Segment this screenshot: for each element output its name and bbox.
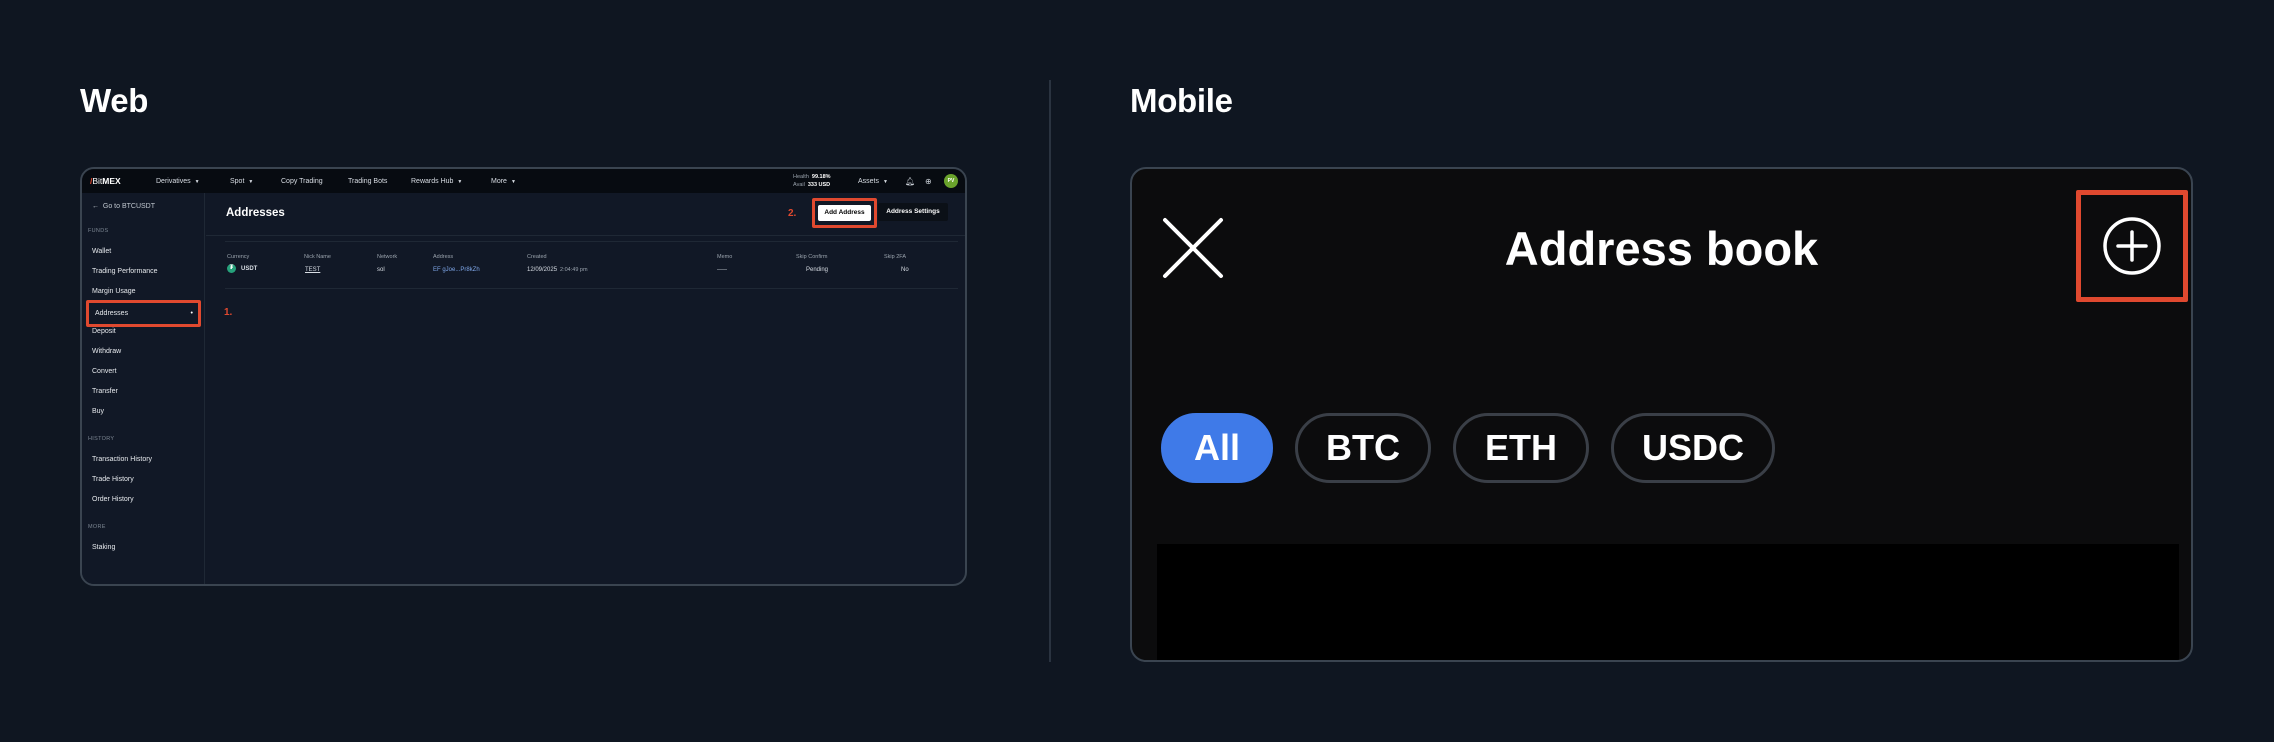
bell-icon[interactable]: 🔔︎ <box>905 177 915 186</box>
top-navbar: /BitMEX Derivatives ▼ Spot ▼ Copy Trading … <box>82 169 965 193</box>
column-header: Skip 2FA <box>884 254 907 260</box>
address-list-panel <box>1157 544 2179 660</box>
plus-circle-icon[interactable] <box>2102 216 2162 276</box>
cell-currency: ₮ USDT <box>227 264 257 273</box>
sidebar-item-transfer[interactable]: Transfer <box>92 388 118 395</box>
add-address-highlight <box>2076 190 2188 302</box>
chevron-down-icon: ▼ <box>883 179 888 185</box>
column-header: Nick Name <box>304 254 331 260</box>
sidebar-item-buy[interactable]: Buy <box>92 408 104 415</box>
active-dot-icon: • <box>190 310 193 317</box>
avatar[interactable]: PV <box>944 174 958 188</box>
sidebar-item-order-history[interactable]: Order History <box>92 496 134 503</box>
sidebar: ← Go to BTCUSDT FUNDS Wallet Trading Per… <box>82 193 205 584</box>
mobile-section-title: Mobile <box>1130 82 1233 119</box>
sidebar-heading-funds: FUNDS <box>88 228 109 234</box>
column-header: Skip Confirm <box>796 254 828 260</box>
add-address-highlight: Add Address <box>812 198 877 228</box>
column-header: Network <box>377 254 398 260</box>
sidebar-item-transaction-history[interactable]: Transaction History <box>92 456 152 463</box>
mobile-screenshot-frame: Address book All BTC ETH USDC <box>1130 167 2193 662</box>
bitmex-logo[interactable]: /BitMEX <box>90 176 121 186</box>
annotation-step-1: 1. <box>224 307 233 318</box>
sidebar-heading-more: MORE <box>88 524 106 530</box>
globe-icon[interactable]: ⊕ <box>925 177 932 186</box>
chip-eth[interactable]: ETH <box>1453 413 1589 483</box>
nav-spot[interactable]: Spot ▼ <box>230 178 253 185</box>
header-divider <box>206 235 965 236</box>
chip-all[interactable]: All <box>1161 413 1273 483</box>
chevron-down-icon: ▼ <box>457 179 463 185</box>
usdt-coin-icon: ₮ <box>227 264 236 273</box>
sidebar-item-trade-history[interactable]: Trade History <box>92 476 134 483</box>
chevron-down-icon: ▼ <box>248 179 254 185</box>
sidebar-item-addresses[interactable]: Addresses • <box>86 300 201 327</box>
cell-nick-name: TEST <box>305 267 321 273</box>
currency-filter-chips: All BTC ETH USDC <box>1161 413 1775 483</box>
sidebar-item-convert[interactable]: Convert <box>92 368 117 375</box>
chevron-down-icon: ▼ <box>510 179 516 185</box>
cell-memo: ----- <box>717 267 727 273</box>
assets-menu[interactable]: Assets ▼ <box>858 178 888 185</box>
column-header: Created <box>527 254 547 260</box>
sidebar-heading-history: HISTORY <box>88 436 115 442</box>
nav-rewards-hub[interactable]: Rewards Hub ▼ <box>411 178 462 185</box>
chevron-down-icon: ▼ <box>194 179 200 185</box>
section-divider <box>1049 80 1051 662</box>
sidebar-item-wallet[interactable]: Wallet <box>92 248 111 255</box>
cell-skip-2fa: No <box>901 267 909 273</box>
chip-btc[interactable]: BTC <box>1295 413 1431 483</box>
cell-skip-confirm: Pending <box>806 267 829 273</box>
column-header: Address <box>433 254 454 260</box>
cell-address[interactable]: EF gJoe...Pr8kZh <box>433 267 480 273</box>
cell-network: sol <box>377 267 385 273</box>
cell-created: 12/09/2025 2:04:49 pm <box>527 267 588 273</box>
nav-more[interactable]: More ▼ <box>491 178 516 185</box>
sidebar-item-staking[interactable]: Staking <box>92 544 115 551</box>
web-screenshot-frame: /BitMEX Derivatives ▼ Spot ▼ Copy Trading … <box>80 167 967 586</box>
sidebar-item-trading-performance[interactable]: Trading Performance <box>92 268 158 275</box>
chip-usdc[interactable]: USDC <box>1611 413 1775 483</box>
address-settings-button[interactable]: Address Settings <box>878 203 948 221</box>
column-header: Memo <box>717 254 733 260</box>
nav-trading-bots[interactable]: Trading Bots <box>348 178 387 185</box>
column-header: Currency <box>227 254 250 260</box>
arrow-left-icon: ← <box>92 203 99 210</box>
page-title: Addresses <box>226 207 285 219</box>
addresses-table: Currency Nick Name Network Address Creat… <box>225 241 958 289</box>
account-health[interactable]: Health 99.18% Avail 333 USD <box>793 173 831 189</box>
nav-copy-trading[interactable]: Copy Trading <box>281 178 323 185</box>
sidebar-item-margin-usage[interactable]: Margin Usage <box>92 288 136 295</box>
nav-derivatives[interactable]: Derivatives ▼ <box>156 178 200 185</box>
sidebar-item-withdraw[interactable]: Withdraw <box>92 348 121 355</box>
mobile-page-title: Address book <box>1504 222 1819 275</box>
add-address-button[interactable]: Add Address <box>818 205 871 221</box>
annotation-step-2: 2. <box>788 208 797 219</box>
web-section-title: Web <box>80 82 149 119</box>
goto-market-link[interactable]: ← Go to BTCUSDT <box>92 203 155 210</box>
sidebar-item-deposit[interactable]: Deposit <box>92 328 116 335</box>
